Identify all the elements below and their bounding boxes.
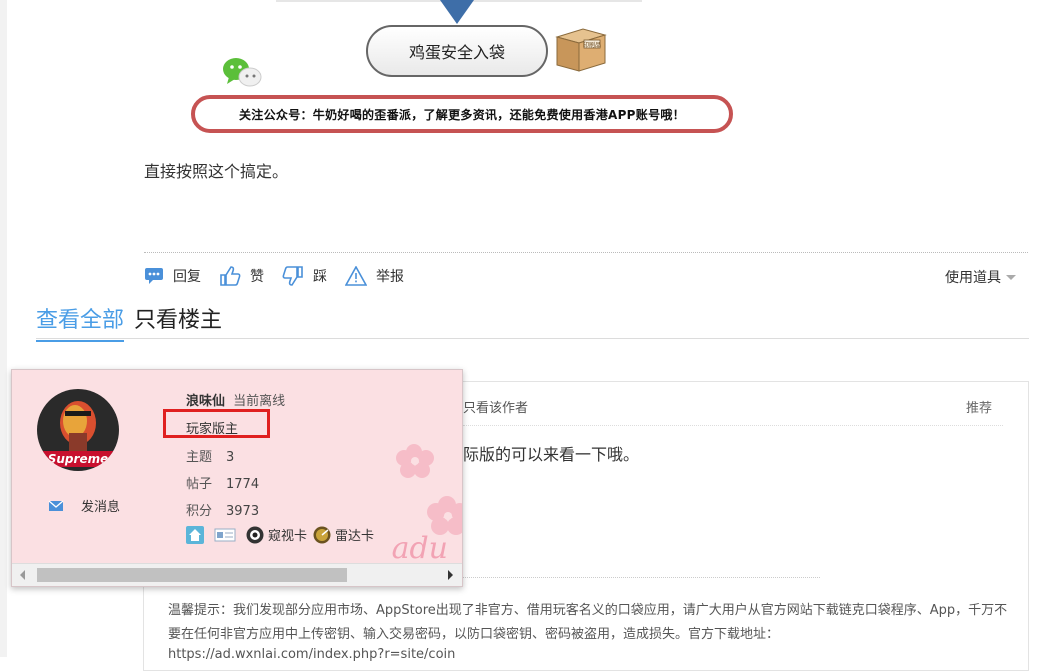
send-message-link[interactable]: 发消息: [48, 496, 120, 515]
home-icon[interactable]: [186, 525, 208, 544]
report-button[interactable]: 举报: [345, 266, 404, 286]
reply-label: 回复: [173, 269, 201, 285]
scroll-right-icon[interactable]: [448, 570, 453, 580]
view-author-only-link[interactable]: 只看该作者: [463, 397, 528, 416]
dislike-button[interactable]: 踩: [282, 265, 327, 287]
peek-card-medal[interactable]: 窥视卡: [246, 525, 307, 544]
user-role: 玩家版主: [186, 422, 239, 437]
radar-card-medal[interactable]: 雷达卡: [313, 525, 374, 544]
horizontal-scrollbar[interactable]: [12, 563, 462, 586]
send-message-label: 发消息: [81, 500, 121, 515]
eye-icon: [246, 526, 264, 543]
username[interactable]: 浪味仙: [186, 394, 225, 409]
thumbs-down-icon: [282, 266, 303, 286]
reply-icon: [145, 268, 163, 284]
left-gutter: [0, 0, 7, 657]
envelope-icon: [48, 500, 64, 511]
radar-icon: [313, 526, 331, 543]
arrow-down-icon: [440, 0, 474, 24]
stat-label: 积分: [186, 504, 213, 519]
avatar-text: Supreme: [48, 452, 108, 466]
stat-topics: 主题 3: [186, 446, 234, 465]
warning-icon: [345, 266, 367, 286]
divider: [463, 577, 820, 578]
username-row: 浪味仙 当前离线: [186, 390, 285, 409]
avatar[interactable]: Supreme: [37, 389, 119, 471]
divider: [144, 252, 1028, 253]
wechat-icon: [221, 55, 263, 89]
like-label: 赞: [250, 269, 264, 285]
follow-official-account-banner: 关注公众号：牛奶好喝的歪番派，了解更多资讯，还能免费使用香港APP账号哦！: [191, 95, 733, 133]
scrollbar-thumb[interactable]: [37, 568, 347, 582]
tabs-divider: [36, 338, 1029, 339]
chevron-down-icon: [1006, 274, 1016, 280]
stat-posts: 帖子 1774: [186, 473, 259, 492]
stat-label: 主题: [186, 450, 213, 465]
like-button[interactable]: 赞: [219, 265, 264, 287]
profile-card-icon[interactable]: [214, 527, 240, 543]
tab-host-only[interactable]: 只看楼主: [134, 302, 222, 342]
stat-value[interactable]: 1774: [226, 477, 259, 492]
flower-decoration-icon: ladu: [392, 444, 462, 565]
stat-credits: 积分 3973: [186, 500, 259, 519]
next-post-text: 际版的可以来看一下哦。: [463, 445, 640, 464]
post-view-tabs: 查看全部 只看楼主: [36, 302, 222, 342]
report-label: 举报: [376, 269, 404, 285]
warm-tip-notice: 温馨提示：我们发现部分应用市场、AppStore出现了非官方、借用玩客名义的口袋…: [168, 603, 1008, 642]
box-label: 印刷品: [583, 41, 601, 49]
use-tools-label: 使用道具: [945, 270, 1001, 286]
medal-row: 窥视卡 雷达卡: [186, 525, 380, 544]
thumbs-up-icon: [220, 266, 241, 286]
download-url-link[interactable]: https://ad.wxnlai.com/index.php?r=site/c…: [168, 647, 455, 662]
radar-card-label: 雷达卡: [335, 529, 375, 544]
reply-button[interactable]: 回复: [144, 266, 201, 286]
card-watermark: ladu: [392, 531, 448, 565]
dislike-label: 踩: [313, 269, 327, 285]
stat-label: 帖子: [186, 477, 213, 492]
peek-card-label: 窥视卡: [268, 529, 308, 544]
recommend-link[interactable]: 推荐: [966, 397, 992, 416]
scroll-left-icon[interactable]: [20, 570, 25, 580]
package-box-icon: 印刷品: [553, 23, 607, 73]
divider: [463, 425, 1003, 426]
tab-view-all[interactable]: 查看全部: [36, 302, 125, 342]
user-info-card: ladu Supreme 发消息 浪味仙 当前离线 玩家版主 主题 3 帖子 177…: [11, 369, 463, 587]
post-body-text: 直接按照这个搞定。: [144, 162, 289, 181]
online-status: 当前离线: [233, 394, 286, 409]
post-action-bar: 回复 赞 踩 举报: [144, 263, 422, 289]
use-tools-dropdown[interactable]: 使用道具: [945, 267, 1016, 287]
egg-into-bag-step: 鸡蛋安全入袋: [366, 25, 548, 77]
stat-value[interactable]: 3973: [226, 504, 259, 519]
stat-value[interactable]: 3: [226, 450, 234, 465]
